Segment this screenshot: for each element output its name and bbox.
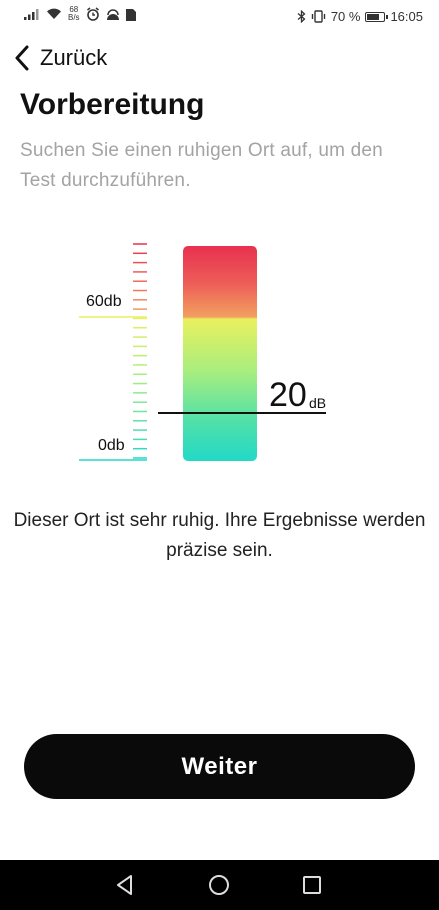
scale-label-low: 0db (98, 437, 125, 454)
recents-square-icon[interactable] (299, 872, 325, 898)
bluetooth-icon (297, 10, 306, 23)
continue-button[interactable]: Weiter (24, 734, 415, 799)
back-label: Zurück (40, 45, 108, 70)
back-button[interactable]: Zurück (14, 40, 107, 76)
vibrate-icon (311, 10, 326, 23)
status-bar: 68 B/s 70 % 16:05 (0, 0, 439, 34)
status-bar-left: 68 B/s (24, 6, 136, 22)
continue-button-label: Weiter (181, 752, 258, 780)
back-triangle-icon[interactable] (112, 872, 138, 898)
clock: 16:05 (390, 9, 423, 24)
decibel-scale (79, 243, 147, 461)
app-icon (106, 9, 119, 20)
battery-percentage: 70 % (330, 9, 361, 24)
reading-unit: dB (309, 395, 327, 411)
status-message: Dieser Ort ist sehr ruhig. Ihre Ergebnis… (13, 510, 426, 561)
battery-fill (367, 13, 379, 20)
network-speed: 68 B/s (68, 6, 80, 22)
alarm-icon (86, 7, 99, 21)
wifi-icon (47, 8, 61, 19)
battery-icon (365, 11, 389, 22)
page-title: Vorbereitung (20, 88, 205, 121)
system-navigation-bar (0, 860, 439, 910)
reading-value: 20 (269, 376, 307, 414)
sim-card-icon (125, 8, 136, 21)
sound-level-meter: 60db 0db 20 dB (0, 230, 439, 480)
signal-icon (24, 9, 39, 20)
scale-label-high: 60db (86, 293, 122, 310)
chevron-left-icon (15, 45, 29, 71)
network-speed-unit: B/s (68, 13, 80, 22)
status-bar-right: 70 % 16:05 (297, 9, 423, 24)
level-gradient-bar (183, 246, 257, 461)
home-circle-icon[interactable] (206, 872, 232, 898)
page-subtitle: Suchen Sie einen ruhigen Ort auf, um den… (20, 140, 383, 191)
